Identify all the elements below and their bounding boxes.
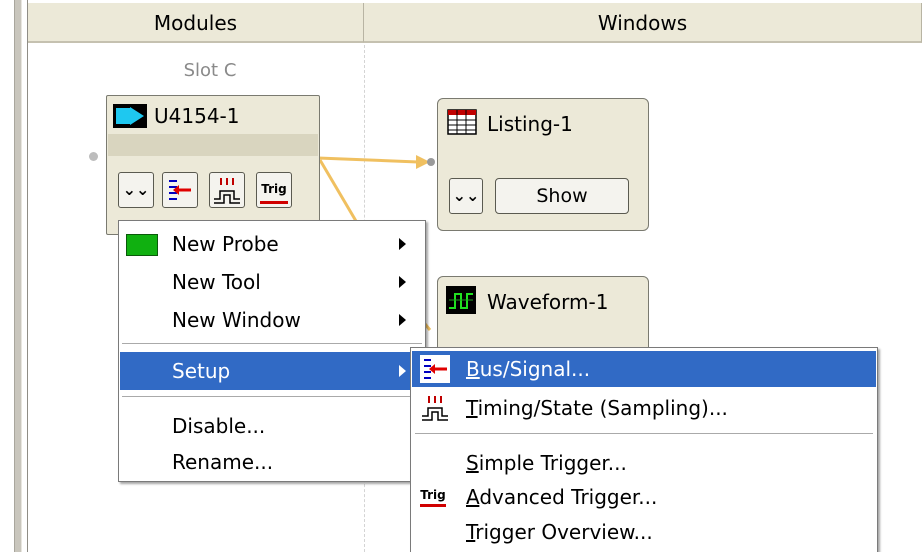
timing-state-icon <box>422 396 448 421</box>
trig-icon: Trig <box>260 179 288 204</box>
submenu-arrow-icon <box>399 314 406 326</box>
timing-state-button[interactable] <box>209 172 245 208</box>
bus-signal-button[interactable] <box>162 172 198 208</box>
submenu-item-label: Trigger Overview... <box>466 520 653 544</box>
module-icon <box>113 104 147 128</box>
menu-item-new-window[interactable]: New Window <box>120 301 424 339</box>
listing-title: Listing-1 <box>487 112 573 136</box>
bus-signal-icon <box>420 355 450 383</box>
submenu-arrow-icon <box>399 238 406 250</box>
submenu-separator <box>415 433 873 435</box>
listing-grid-icon <box>447 109 477 135</box>
submenu-item-label: Simple Trigger... <box>466 451 627 475</box>
waveform-title: Waveform-1 <box>487 290 609 314</box>
module-title: U4154-1 <box>154 104 240 128</box>
probe-icon <box>126 234 158 256</box>
setup-submenu: Bus/Signal... Timing/State (Sampling)...… <box>410 347 878 552</box>
module-context-menu: New Probe New Tool New Window Setup Disa… <box>118 220 426 482</box>
module-expand-button[interactable]: ⌄⌄ <box>118 172 154 208</box>
trig-icon: Trig <box>420 487 446 507</box>
submenu-item-label: Timing/State (Sampling)... <box>466 396 728 420</box>
menu-item-label: New Window <box>172 308 301 332</box>
menu-item-rename[interactable]: Rename... <box>120 443 424 481</box>
menu-item-disable[interactable]: Disable... <box>120 407 424 445</box>
menu-item-label: Rename... <box>172 450 274 474</box>
module-box-band <box>108 134 318 156</box>
double-chevron-down-icon: ⌄⌄ <box>452 186 480 205</box>
submenu-item-simple-trigger[interactable]: Simple Trigger... <box>412 445 876 481</box>
menu-item-label: Setup <box>172 359 231 383</box>
timing-state-icon <box>214 178 240 204</box>
submenu-arrow-icon <box>399 365 406 377</box>
menu-item-label: New Probe <box>172 232 279 256</box>
listing-expand-button[interactable]: ⌄⌄ <box>449 178 483 214</box>
submenu-item-bus-signal[interactable]: Bus/Signal... <box>412 351 876 387</box>
submenu-item-label: Bus/Signal... <box>466 357 591 381</box>
listing-show-button[interactable]: Show <box>495 178 629 214</box>
menu-item-setup[interactable]: Setup <box>120 352 424 390</box>
menu-item-label: New Tool <box>172 270 261 294</box>
submenu-item-trigger-overview[interactable]: Trigger Overview... <box>412 514 876 550</box>
submenu-item-advanced-trigger[interactable]: Trig Advanced Trigger... <box>412 479 876 515</box>
menu-item-new-tool[interactable]: New Tool <box>120 263 424 301</box>
submenu-item-timing-state[interactable]: Timing/State (Sampling)... <box>412 390 876 426</box>
submenu-item-label: Advanced Trigger... <box>466 485 658 509</box>
submenu-arrow-icon <box>399 276 406 288</box>
trigger-button[interactable]: Trig <box>256 172 292 208</box>
waveform-icon <box>446 286 476 314</box>
module-connector-dot <box>89 152 98 161</box>
double-chevron-down-icon: ⌄⌄ <box>122 180 150 199</box>
menu-separator <box>122 343 422 345</box>
menu-item-label: Disable... <box>172 414 266 438</box>
menu-separator <box>122 396 422 398</box>
bus-signal-icon <box>169 180 191 200</box>
menu-item-new-probe[interactable]: New Probe <box>120 225 424 263</box>
